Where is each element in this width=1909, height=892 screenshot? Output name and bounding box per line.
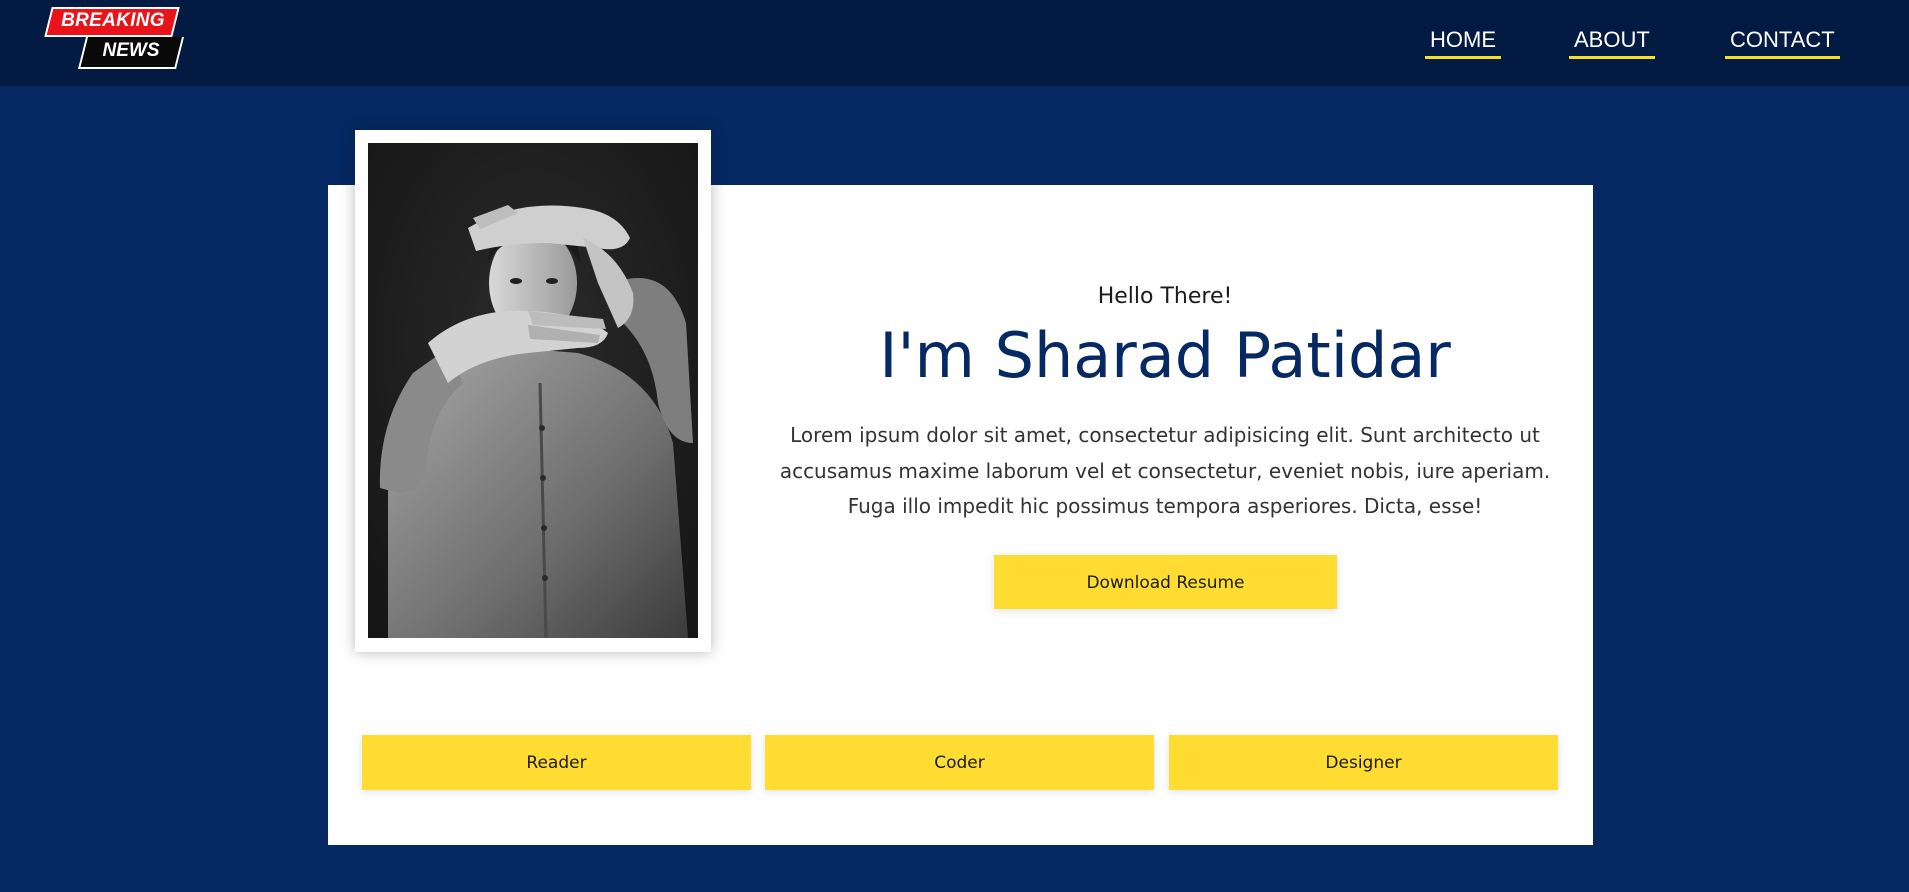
nav-home-link[interactable]: HOME bbox=[1425, 26, 1501, 59]
hero-name-heading: I'm Sharad Patidar bbox=[879, 319, 1451, 392]
logo-line-2: NEWS bbox=[102, 40, 160, 61]
greeting-text: Hello There! bbox=[1097, 284, 1233, 309]
profile-photo-frame bbox=[355, 130, 711, 652]
download-resume-button[interactable]: Download Resume bbox=[994, 555, 1337, 609]
hero-description: Lorem ipsum dolor sit amet, consectetur … bbox=[779, 423, 1551, 518]
breaking-news-logo[interactable]: BREAKING NEWS bbox=[40, 5, 185, 71]
role-coder-button[interactable]: Coder bbox=[765, 735, 1154, 790]
role-reader-button[interactable]: Reader bbox=[362, 735, 751, 790]
nav-contact-link[interactable]: CONTACT bbox=[1725, 26, 1840, 59]
navbar: BREAKING NEWS HOME ABOUT CONTACT bbox=[0, 0, 1909, 86]
logo-line-1: BREAKING bbox=[61, 10, 165, 31]
profile-photo bbox=[368, 143, 698, 638]
nav-about-link[interactable]: ABOUT bbox=[1569, 26, 1655, 59]
hero-text-block: Hello There! I'm Sharad Patidar Lorem ip… bbox=[770, 280, 1560, 525]
role-designer-button[interactable]: Designer bbox=[1169, 735, 1558, 790]
